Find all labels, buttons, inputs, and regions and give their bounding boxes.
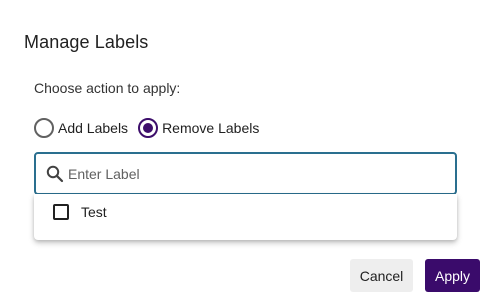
search-icon	[46, 165, 64, 183]
radio-remove-labels-label[interactable]: Remove Labels	[162, 120, 259, 136]
radio-selected-dot	[143, 123, 154, 133]
label-options-dropdown: Test	[34, 194, 457, 240]
apply-button[interactable]: Apply	[425, 259, 480, 292]
radio-remove-labels-circle[interactable]	[138, 118, 159, 138]
label-search-field[interactable]	[34, 152, 457, 195]
radio-add-labels-label[interactable]: Add Labels	[58, 120, 128, 136]
dialog-title: Manage Labels	[24, 32, 149, 52]
label-search-input[interactable]	[68, 154, 455, 193]
label-option-checkbox[interactable]	[53, 204, 69, 220]
label-option-label[interactable]: Test	[81, 204, 107, 220]
label-option-item[interactable]: Test	[34, 194, 457, 230]
manage-labels-dialog: Manage Labels Choose action to apply: Ad…	[0, 0, 500, 302]
radio-add-labels-circle[interactable]	[34, 118, 54, 138]
radio-add-labels[interactable]: Add Labels	[34, 118, 128, 138]
action-radio-group: Add Labels Remove Labels	[34, 118, 269, 138]
action-prompt: Choose action to apply:	[34, 80, 181, 96]
radio-remove-labels[interactable]: Remove Labels	[138, 118, 259, 138]
cancel-button[interactable]: Cancel	[350, 259, 413, 292]
